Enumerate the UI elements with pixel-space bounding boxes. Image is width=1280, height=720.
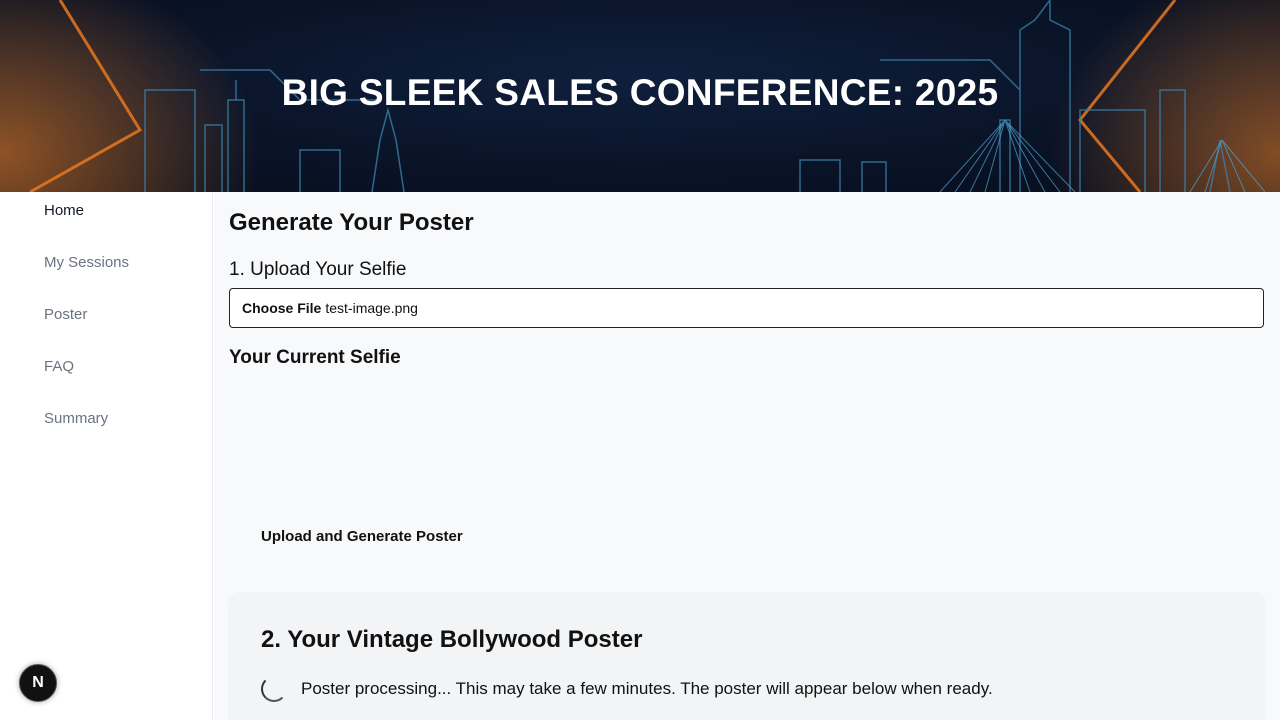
poster-heading: 2. Your Vintage Bollywood Poster [261, 626, 643, 653]
upload-selfie-heading: 1. Upload Your Selfie [229, 259, 407, 280]
n-logo-icon[interactable]: N [19, 664, 57, 702]
header-banner: BIG SLEEK SALES CONFERENCE: 2025 [0, 0, 1280, 192]
selected-file-name: test-image.png [325, 300, 418, 316]
current-selfie-heading: Your Current Selfie [229, 347, 401, 368]
sidebar-item-faq[interactable]: FAQ [44, 358, 74, 375]
poster-card: 2. Your Vintage Bollywood Poster Poster … [228, 592, 1266, 720]
conference-title: BIG SLEEK SALES CONFERENCE: 2025 [281, 72, 999, 113]
sidebar-item-poster[interactable]: Poster [44, 306, 87, 323]
loading-spinner-icon [261, 676, 287, 702]
choose-file-button[interactable]: Choose File [242, 300, 321, 316]
sidebar-item-my-sessions[interactable]: My Sessions [44, 254, 129, 271]
sidebar-nav: Home My Sessions Poster FAQ Summary [0, 192, 213, 720]
main-content: Generate Your Poster 1. Upload Your Self… [214, 192, 1280, 720]
sidebar-item-summary[interactable]: Summary [44, 410, 108, 427]
upload-generate-button[interactable]: Upload and Generate Poster [261, 528, 463, 545]
poster-status-text: Poster processing... This may take a few… [301, 679, 993, 698]
sidebar-item-home[interactable]: Home [44, 202, 84, 219]
selfie-preview [229, 382, 529, 512]
selfie-file-input[interactable]: Choose File test-image.png [229, 288, 1264, 328]
page-title: Generate Your Poster [229, 209, 474, 236]
